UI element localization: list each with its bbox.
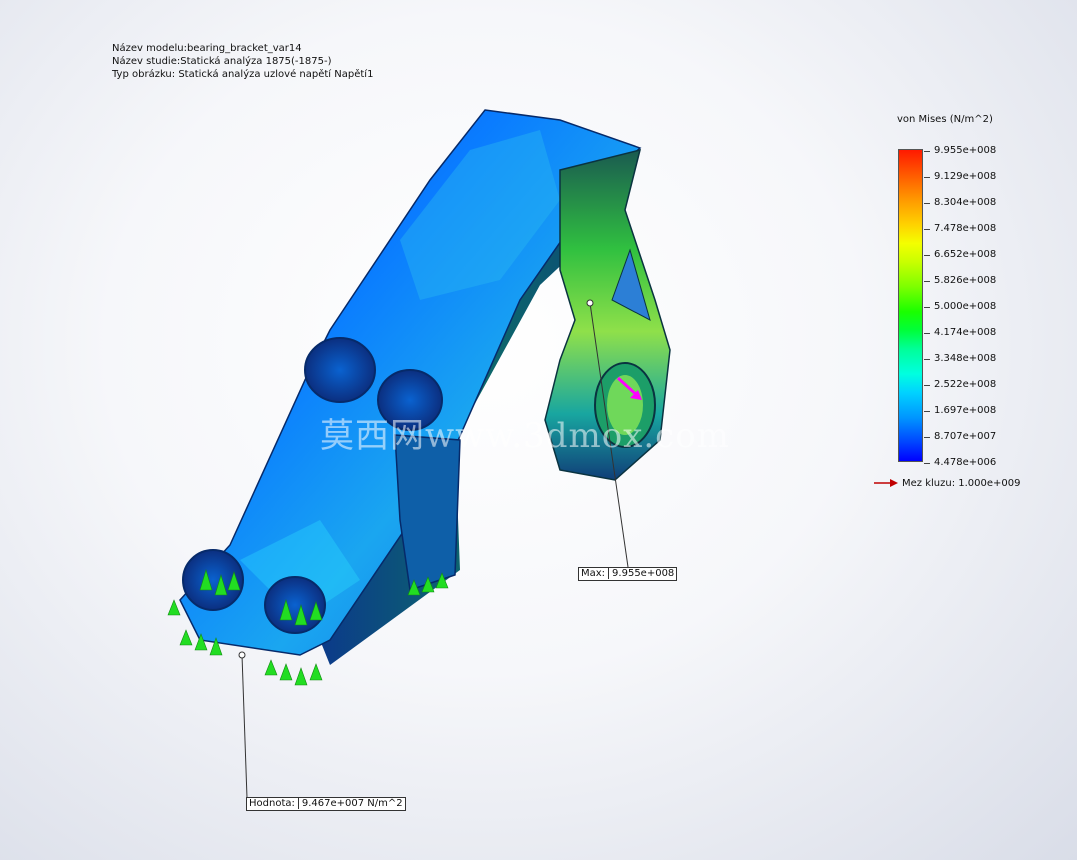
legend-tick-label: 2.522e+008 <box>934 379 997 390</box>
legend-tick-label: 8.707e+007 <box>934 431 997 442</box>
legend-tick-label: 4.174e+008 <box>934 327 997 338</box>
legend-tick-label: 8.304e+008 <box>934 197 997 208</box>
probe-max-value: 9.955e+008 <box>612 568 675 579</box>
legend-tick-mark <box>924 151 930 152</box>
legend-tick-mark <box>924 177 930 178</box>
legend-tick-mark <box>924 203 930 204</box>
legend-tick-label: 1.697e+008 <box>934 405 997 416</box>
legend-tick-mark <box>924 385 930 386</box>
legend-tick-mark <box>924 359 930 360</box>
probe-max-key: Max: <box>581 568 610 579</box>
legend-colorbar <box>898 149 923 462</box>
legend-tick-mark <box>924 281 930 282</box>
probe-point-value[interactable] <box>238 651 246 659</box>
legend-tick-mark <box>924 411 930 412</box>
probe-value-label: Hodnota: 9.467e+007 N/m^2 <box>246 797 406 811</box>
yield-arrow-icon <box>874 479 898 487</box>
legend-tick-label: 7.478e+008 <box>934 223 997 234</box>
probe-value-key: Hodnota: <box>249 798 299 809</box>
legend-tick-label: 4.478e+006 <box>934 457 997 468</box>
legend-title: von Mises (N/m^2) <box>897 114 993 125</box>
legend-tick-label: 5.826e+008 <box>934 275 997 286</box>
probe-value-value: 9.467e+007 N/m^2 <box>301 798 403 809</box>
legend-tick-label: 3.348e+008 <box>934 353 997 364</box>
legend-tick-mark <box>924 333 930 334</box>
legend-tick-label: 5.000e+008 <box>934 301 997 312</box>
legend-tick-mark <box>924 255 930 256</box>
legend-tick-mark <box>924 463 930 464</box>
yield-strength-text: Mez kluzu: 1.000e+009 <box>902 478 1021 489</box>
legend-tick-label: 9.129e+008 <box>934 171 997 182</box>
legend-tick-mark <box>924 229 930 230</box>
yield-strength-label: Mez kluzu: 1.000e+009 <box>874 478 1021 489</box>
watermark-text: 莫西网www.3dmox.com <box>320 416 730 456</box>
legend-tick-label: 6.652e+008 <box>934 249 997 260</box>
probe-point-max[interactable] <box>586 299 594 307</box>
probe-max-label: Max: 9.955e+008 <box>578 567 678 581</box>
arm-hole <box>304 337 376 403</box>
legend-tick-mark <box>924 307 930 308</box>
legend-tick-mark <box>924 437 930 438</box>
legend-tick-label: 9.955e+008 <box>934 145 997 156</box>
